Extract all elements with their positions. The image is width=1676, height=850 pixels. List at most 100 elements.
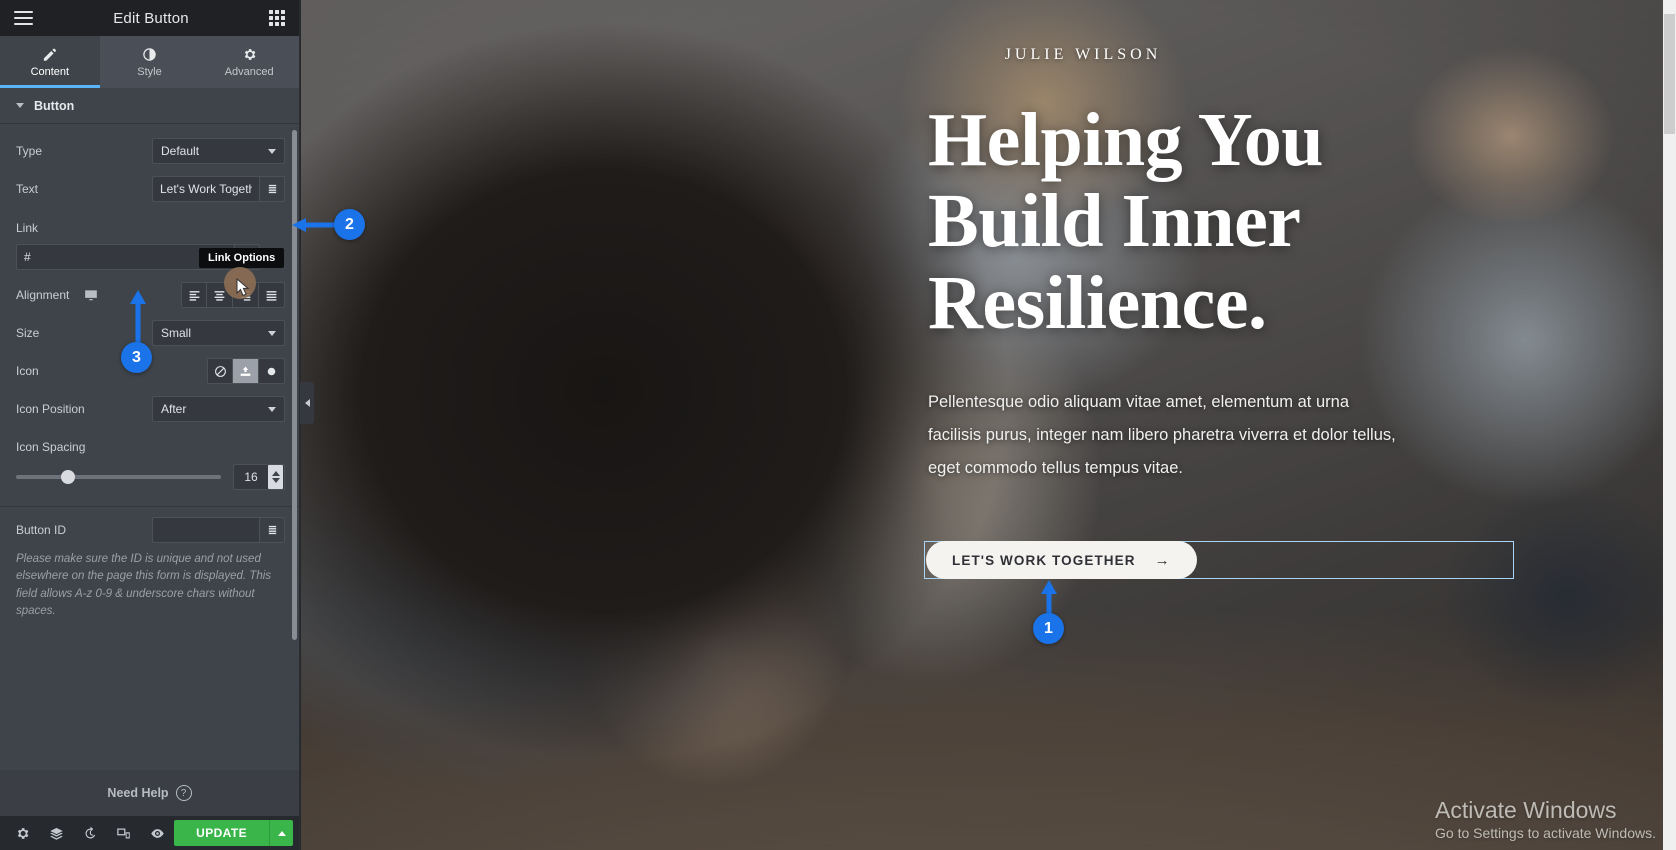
callout-1: 1 (1033, 613, 1064, 644)
control-icon-label: Icon (16, 364, 39, 378)
caret-up-icon (271, 471, 280, 476)
control-icon-position: Icon Position After (0, 390, 299, 428)
cta-button-label: LET'S WORK TOGETHER (952, 552, 1136, 568)
scrollbar-thumb[interactable] (1664, 14, 1675, 134)
caret-down-icon (16, 103, 24, 108)
panel-header: Edit Button (0, 0, 299, 36)
size-select-value: Small (161, 326, 192, 340)
cta-button[interactable]: LET'S WORK TOGETHER → (926, 541, 1197, 579)
chevron-down-icon (268, 406, 276, 412)
need-help-label: Need Help (107, 786, 169, 800)
icon-position-select[interactable]: After (152, 396, 285, 422)
control-link: Link (0, 208, 299, 242)
tab-style-label: Style (137, 65, 162, 78)
responsive-mode-button[interactable] (107, 816, 141, 850)
type-select-value: Default (161, 144, 200, 158)
circle-filled-icon[interactable] (259, 358, 285, 384)
hero-content: JULIE WILSON Helping You Build Inner Res… (928, 46, 1548, 485)
link-options-tooltip: Link Options (199, 248, 285, 268)
windows-activation-watermark: Activate Windows Go to Settings to activ… (1435, 797, 1656, 844)
question-circle-icon: ? (175, 785, 192, 801)
control-text-label: Text (16, 182, 39, 196)
panel-collapse-handle[interactable] (300, 382, 314, 424)
headline-line-3: Resilience. (928, 260, 1267, 345)
icon-spacing-number[interactable]: 16 (233, 464, 285, 490)
page-canvas: JULIE WILSON Helping You Build Inner Res… (301, 0, 1676, 850)
tab-content-label: Content (30, 65, 70, 78)
control-type-label: Type (16, 144, 43, 158)
chevron-down-icon (268, 330, 276, 336)
hero-subcopy: Pellentesque odio aliquam vitae amet, el… (928, 392, 1396, 477)
size-select[interactable]: Small (152, 320, 285, 346)
align-justify-icon[interactable] (259, 282, 285, 308)
control-text: Text (0, 170, 299, 208)
control-alignment-label: Alignment (16, 288, 70, 302)
control-button-id-label: Button ID (16, 523, 67, 537)
headline-line-1: Helping You (928, 98, 1324, 182)
grid-apps-icon[interactable] (269, 10, 285, 26)
icon-spacing-slider[interactable] (16, 470, 221, 484)
caret-up-icon (277, 830, 286, 836)
preview-changes-button[interactable] (141, 816, 175, 850)
button-id-help-text: Please make sure the ID is unique and no… (16, 553, 272, 617)
none-icon[interactable] (207, 358, 233, 384)
chevron-down-icon (268, 148, 276, 154)
type-select[interactable]: Default (152, 138, 285, 164)
tab-style[interactable]: Style (99, 36, 200, 88)
contrast-half-circle-icon (142, 47, 157, 62)
chevron-left-icon (304, 399, 310, 407)
media-upload-icon[interactable] (233, 358, 259, 384)
callout-3: 3 (121, 342, 152, 373)
icon-position-value: After (161, 402, 187, 416)
control-icon-position-label: Icon Position (16, 402, 85, 416)
panel-body: Type Default Text Link (0, 124, 299, 770)
headline-line-2: Build Inner (928, 179, 1301, 264)
button-text-input[interactable] (152, 176, 259, 202)
hamburger-icon[interactable] (14, 11, 33, 25)
pencil-icon (42, 47, 57, 62)
mouse-pointer-icon (236, 278, 250, 297)
section-divider (0, 506, 299, 507)
control-type: Type Default (0, 132, 299, 170)
tab-advanced[interactable]: Advanced (199, 36, 300, 88)
page-title: Edit Button (113, 9, 189, 27)
control-size-label: Size (16, 326, 40, 340)
control-icon-spacing: Icon Spacing (0, 428, 299, 462)
scroll-up-arrow[interactable] (1663, 0, 1676, 13)
scroll-down-arrow[interactable] (1663, 837, 1676, 850)
dynamic-tags-icon[interactable] (259, 176, 285, 202)
watermark-title: Activate Windows (1435, 796, 1617, 823)
control-button-id: Button ID (0, 511, 299, 549)
caret-down-icon (271, 478, 280, 483)
control-icon-spacing-label: Icon Spacing (16, 440, 86, 454)
section-button-header[interactable]: Button (0, 88, 299, 124)
slider-handle[interactable] (61, 470, 76, 484)
browser-scrollbar[interactable] (1663, 0, 1676, 850)
panel-footer: UPDATE (0, 816, 299, 850)
icon-spacing-value: 16 (244, 470, 258, 484)
panel-tabs: Content Style Advanced (0, 36, 300, 88)
update-button[interactable]: UPDATE (174, 820, 269, 846)
section-button-title: Button (34, 98, 75, 113)
elementor-edit-panel: Edit Button Content Style Advanced Butto… (0, 0, 300, 850)
control-link-label: Link (16, 221, 39, 235)
settings-button[interactable] (6, 816, 40, 850)
update-group: UPDATE (174, 820, 293, 846)
tab-content[interactable]: Content (0, 36, 100, 88)
history-button[interactable] (73, 816, 107, 850)
gear-icon (242, 47, 257, 62)
update-options-caret[interactable] (269, 820, 293, 846)
align-left-icon[interactable] (181, 282, 207, 308)
desktop-icon[interactable] (84, 289, 98, 301)
button-id-input[interactable] (152, 517, 259, 543)
watermark-subtitle: Go to Settings to activate Windows. (1435, 825, 1656, 842)
number-stepper[interactable] (268, 465, 283, 489)
icon-button-group (207, 358, 285, 384)
panel-scrollbar[interactable] (292, 130, 297, 640)
arrow-right-icon: → (1154, 551, 1171, 569)
button-id-dynamic-tags-icon[interactable] (259, 517, 285, 543)
navigator-button[interactable] (40, 816, 74, 850)
icon-spacing-slider-row: 16 (0, 462, 299, 500)
tab-advanced-label: Advanced (224, 65, 274, 78)
need-help-link[interactable]: Need Help ? (0, 770, 299, 816)
